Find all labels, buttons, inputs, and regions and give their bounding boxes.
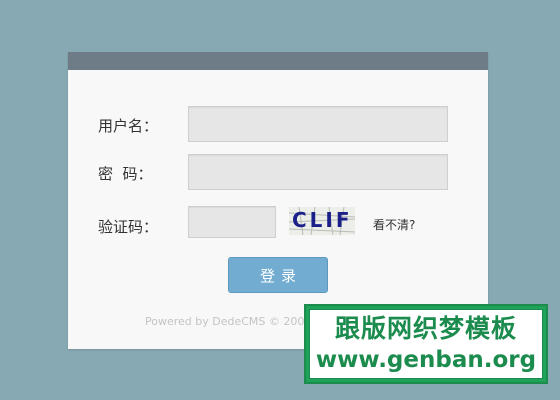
refresh-captcha-link[interactable]: 看不清? (373, 216, 415, 233)
panel-header-bar (68, 52, 488, 70)
watermark-badge: 跟版网织梦模板 www.genban.org (304, 304, 548, 384)
password-input[interactable] (188, 154, 448, 190)
captcha-label: 验证码： (98, 218, 159, 236)
watermark-url: www.genban.org (315, 347, 537, 373)
password-label: 密 码： (98, 165, 153, 183)
captcha-input[interactable] (188, 206, 276, 238)
watermark-title: 跟版网织梦模板 (334, 314, 517, 343)
captcha-image[interactable]: CLIF (289, 207, 355, 235)
username-input[interactable] (188, 106, 448, 142)
login-button[interactable]: 登录 (228, 257, 328, 293)
footer-powered-by: Powered by DedeCMS © 200 (145, 315, 305, 328)
watermark-inner: 跟版网织梦模板 www.genban.org (309, 309, 543, 379)
captcha-text: CLIF (292, 208, 353, 232)
username-label: 用户名： (98, 117, 159, 135)
